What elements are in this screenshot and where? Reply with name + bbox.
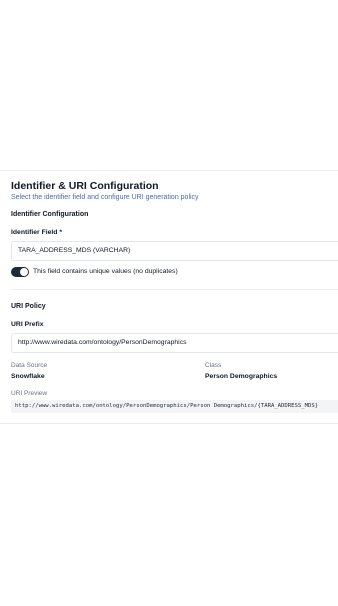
class-value: Person Demographics [205, 373, 278, 380]
section-divider [11, 289, 338, 290]
data-source-value: Snowflake [11, 373, 45, 380]
identifier-uri-config-panel: Identifier & URI Configuration Select th… [0, 170, 338, 424]
panel-subtitle: Select the identifier field and configur… [11, 194, 199, 201]
uri-prefix-input[interactable]: http://www.wiredata.com/ontology/PersonD… [11, 333, 338, 353]
panel-title: Identifier & URI Configuration [11, 180, 159, 192]
unique-values-toggle[interactable] [11, 267, 29, 277]
data-source-label: Data Source [11, 362, 48, 369]
class-label: Class [205, 362, 222, 369]
identifier-field-value: TARA_ADDRESS_MDS (VARCHAR) [18, 247, 131, 254]
uri-preview-box: http://www.wiredata.com/ontology/PersonD… [11, 400, 338, 413]
uri-prefix-label: URI Prefix [11, 321, 44, 328]
identifier-configuration-heading: Identifier Configuration [11, 211, 89, 218]
uri-preview-label: URI Preview [11, 390, 48, 397]
identifier-field-label: Identifier Field * [11, 229, 62, 236]
uri-policy-heading: URI Policy [11, 303, 46, 310]
page: Identifier & URI Configuration Select th… [0, 0, 338, 606]
uri-preview-value: http://www.wiredata.com/ontology/PersonD… [15, 403, 319, 409]
identifier-field-select[interactable]: TARA_ADDRESS_MDS (VARCHAR) [11, 241, 338, 261]
unique-values-toggle-label: This field contains unique values (no du… [33, 268, 178, 275]
toggle-knob [20, 268, 28, 276]
uri-prefix-value: http://www.wiredata.com/ontology/PersonD… [18, 339, 187, 346]
